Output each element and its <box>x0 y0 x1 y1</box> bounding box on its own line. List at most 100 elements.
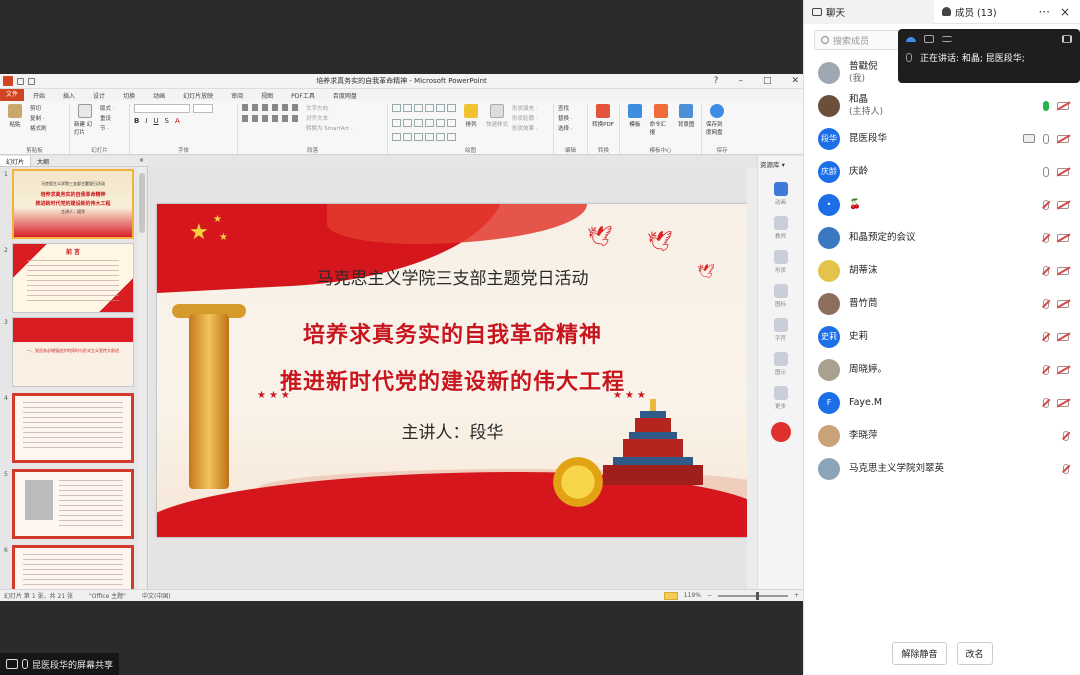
find-button[interactable]: 查找 <box>558 104 573 112</box>
member-row[interactable]: • 🍒 <box>804 188 1080 221</box>
thumbnail-scrollbar[interactable] <box>138 167 146 589</box>
template-button[interactable]: 模板 <box>624 104 646 146</box>
align-icons[interactable] <box>242 115 302 122</box>
cut-button[interactable]: 剪切 <box>30 104 47 112</box>
close-icon[interactable]: × <box>1060 5 1070 19</box>
zoom-in-icon[interactable]: + <box>794 592 799 599</box>
member-row[interactable]: 庆龄 庆龄 <box>804 155 1080 188</box>
slide-thumbnail-3[interactable]: 一、党员务必增强进步的同时与形式主义宣传大前进 <box>12 317 134 387</box>
zoom-slider[interactable] <box>717 591 788 600</box>
member-row[interactable]: 和晶预定的会议 <box>804 221 1080 254</box>
member-row[interactable]: 和晶 (主持人) <box>804 89 1080 122</box>
tab-file[interactable]: 文件 <box>0 89 25 101</box>
member-row[interactable]: 李晓萍 <box>804 419 1080 452</box>
menu-icon[interactable] <box>942 36 952 42</box>
slide-thumbnail-2[interactable]: 前 言 <box>12 243 134 313</box>
close-icon[interactable]: ✕ <box>791 76 799 86</box>
member-search-input[interactable]: 搜索成员 <box>814 30 904 50</box>
command-report-button[interactable]: 命令汇报 <box>650 104 672 146</box>
member-row[interactable]: 周晓婷。 <box>804 353 1080 386</box>
select-button[interactable]: 选择 · <box>558 124 573 132</box>
font-name-select[interactable] <box>134 104 190 113</box>
tab-baidu-netdisk[interactable]: 百度网盘 <box>324 91 366 100</box>
quick-styles-button[interactable]: 快速样式 <box>486 104 508 146</box>
member-row[interactable]: 段华 昆医段华 <box>804 122 1080 155</box>
slide-thumbnail-4[interactable] <box>12 393 134 463</box>
slide-scrollbar[interactable] <box>747 167 757 589</box>
icon-tool[interactable]: 图标 <box>758 284 803 308</box>
tab-slides[interactable]: 幻灯片 <box>0 156 32 166</box>
zoom-out-icon[interactable]: − <box>707 592 712 599</box>
more-tool[interactable]: 更多 <box>758 386 803 410</box>
shadow-icon[interactable]: S <box>165 117 169 125</box>
tab-animations[interactable]: 动画 <box>144 91 174 100</box>
red-badge-icon[interactable] <box>770 422 791 442</box>
slide-thumbnail-1[interactable]: 马克思主义学院三支部主题党日活动 培养求真务实的自我革命精神 推进新时代党的建设… <box>12 169 134 239</box>
shape-outline-button[interactable]: 形状轮廓 · <box>512 114 538 122</box>
rename-button[interactable]: 改名 <box>956 642 993 665</box>
member-status-icons <box>1063 463 1069 474</box>
arrange-button[interactable]: 排列 <box>460 104 482 146</box>
tab-review[interactable]: 审阅 <box>222 91 252 100</box>
bold-icon[interactable]: B <box>134 117 139 125</box>
shape-fill-button[interactable]: 形状填充 · <box>512 104 538 112</box>
window-icon[interactable] <box>924 35 934 43</box>
paste-button[interactable]: 粘贴 <box>4 104 26 146</box>
more-icon[interactable]: ··· <box>1038 5 1049 19</box>
font-size-select[interactable] <box>193 104 213 113</box>
tab-outline[interactable]: 大纲 <box>31 156 55 166</box>
new-slide-button[interactable]: 新建 幻灯片 <box>74 104 96 146</box>
current-slide[interactable]: ★ ★ ★ 🕊 🕊 🕊 ★★★ ★★★ 马克思主义学院三支部主题党日活动 培养求… <box>157 204 748 537</box>
member-row[interactable]: 胡蒂沫 <box>804 254 1080 287</box>
tab-design[interactable]: 设计 <box>84 91 114 100</box>
tab-home[interactable]: 开始 <box>24 91 54 100</box>
underline-icon[interactable]: U <box>153 117 158 125</box>
background-image-button[interactable]: 背景图 <box>675 104 697 146</box>
close-icon[interactable]: × <box>133 156 148 166</box>
slide-thumbnail-5[interactable] <box>12 469 134 539</box>
member-row[interactable]: 马克思主义学院刘翠英 <box>804 452 1080 485</box>
copy-button[interactable]: 复制 · <box>30 114 47 122</box>
normal-view-icon[interactable] <box>663 591 678 600</box>
tab-insert[interactable]: 插入 <box>54 91 84 100</box>
layout-button[interactable]: 版式 · <box>100 104 115 112</box>
replace-button[interactable]: 替换 · <box>558 114 573 122</box>
diagram-tool[interactable]: 图示 <box>758 352 803 376</box>
italic-icon[interactable]: I <box>145 117 147 125</box>
unmute-button[interactable]: 解除静音 <box>892 642 947 665</box>
member-row[interactable]: 史莉 史莉 <box>804 320 1080 353</box>
tab-members[interactable]: 成员 (13) <box>934 0 1034 24</box>
member-row[interactable]: 晋竹茼 <box>804 287 1080 320</box>
collapse-icon[interactable] <box>1062 35 1072 43</box>
maximize-icon[interactable]: □ <box>763 76 772 86</box>
shapes-gallery[interactable] <box>392 104 456 146</box>
tab-pdf-tools[interactable]: PDF工具 <box>282 91 324 100</box>
smartart-button[interactable]: 转换为 SmartArt · <box>306 124 353 132</box>
reset-button[interactable]: 重设 <box>100 114 115 122</box>
tab-transitions[interactable]: 切换 <box>114 91 144 100</box>
animation-tool[interactable]: 动画 <box>758 182 803 206</box>
shape-effects-button[interactable]: 形状效果 · <box>512 124 538 132</box>
tab-chat[interactable]: 聊天 <box>804 0 934 24</box>
microphone-muted-icon <box>1043 397 1049 408</box>
tab-view[interactable]: 视图 <box>252 91 282 100</box>
convert-pdf-button[interactable]: 转换PDF <box>592 104 614 146</box>
character-tool[interactable]: 字符 <box>758 318 803 342</box>
section-button[interactable]: 节 · <box>100 124 115 132</box>
group-label: 编辑 <box>564 148 576 154</box>
resource-library-header[interactable]: 资源库 ▾ <box>758 156 803 172</box>
list-icons[interactable] <box>242 104 302 111</box>
help-icon[interactable]: ? <box>714 76 719 86</box>
format-painter-button[interactable]: 格式刷 <box>30 124 47 132</box>
teacher-tool[interactable]: 教师 <box>758 216 803 240</box>
save-to-netdisk-button[interactable]: 保存到 度网盘 <box>706 104 728 146</box>
slide-thumbnail-6[interactable] <box>12 545 134 589</box>
tab-slideshow[interactable]: 幻灯片放映 <box>174 91 222 100</box>
cloud-icon <box>710 104 724 118</box>
member-row[interactable]: F Faye.M <box>804 386 1080 419</box>
align-text-button[interactable]: 对齐文本 · <box>306 114 353 122</box>
shape-tool[interactable]: 形状 <box>758 250 803 274</box>
text-direction-button[interactable]: 文字方向 · <box>306 104 353 112</box>
font-color-icon[interactable]: A <box>175 117 180 125</box>
minimize-icon[interactable]: – <box>738 76 743 86</box>
